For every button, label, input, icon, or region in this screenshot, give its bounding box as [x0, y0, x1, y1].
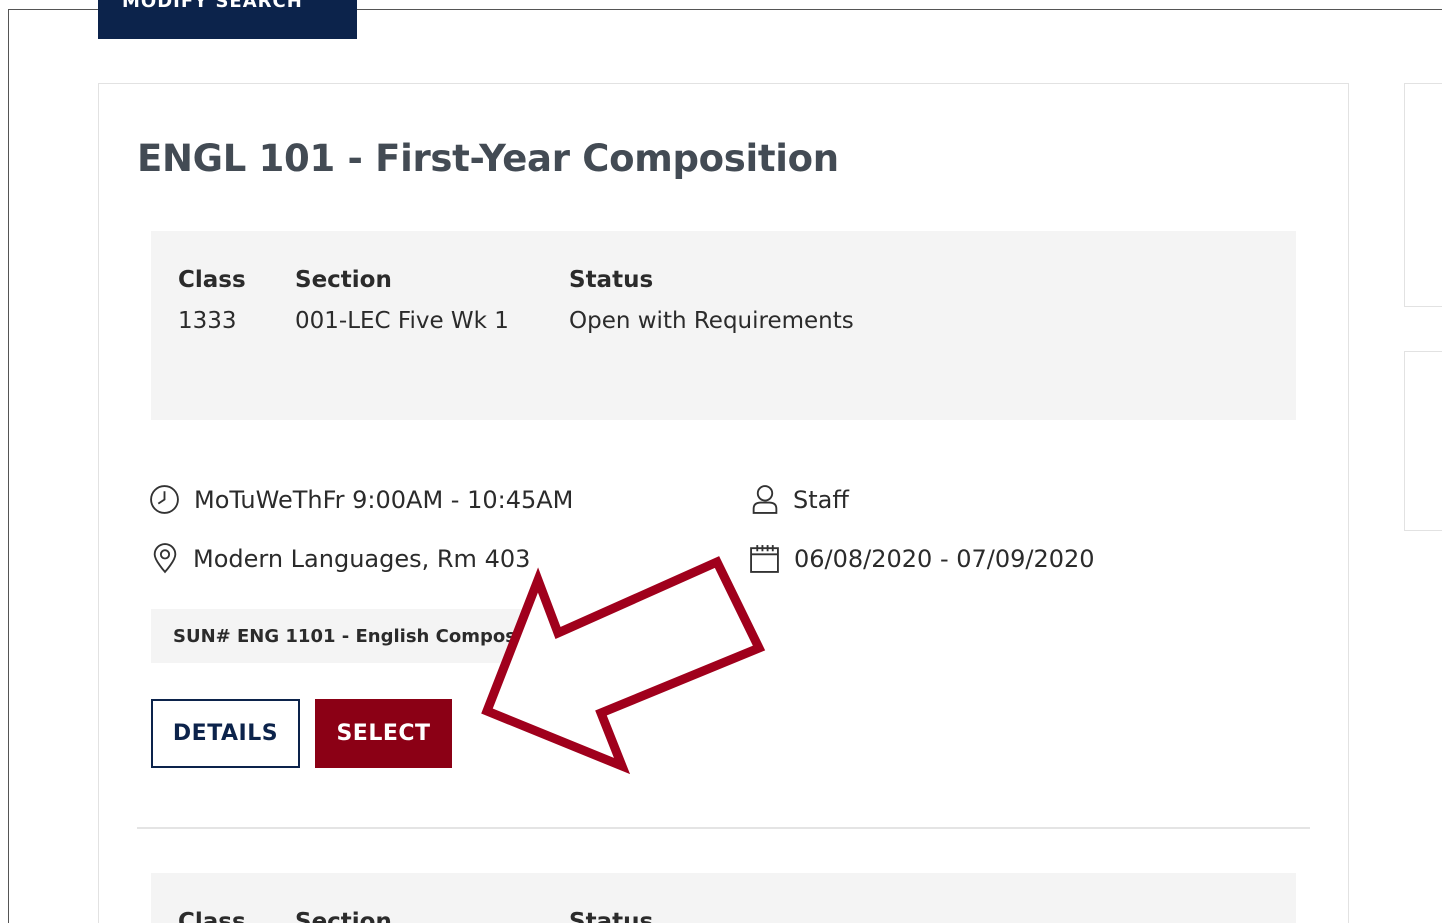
map-pin-icon — [153, 543, 177, 574]
date-range-text: 06/08/2020 - 07/09/2020 — [794, 544, 1095, 573]
section-info-box: Class 1333 Section 001-LEC Five Wk 1 Sta… — [151, 231, 1296, 420]
section-header: Section — [295, 267, 392, 293]
section-info-box-next: Class Section Status — [151, 873, 1296, 923]
class-header: Class — [178, 267, 246, 293]
class-column: Class 1333 — [178, 267, 246, 334]
status-column: Status — [569, 909, 653, 923]
select-button[interactable]: SELECT — [315, 699, 452, 768]
details-button[interactable]: DETAILS — [151, 699, 300, 768]
clock-icon — [150, 485, 179, 514]
status-header: Status — [569, 267, 654, 293]
meeting-time: MoTuWeThFr 9:00AM - 10:45AM — [149, 484, 573, 515]
window-frame-left — [8, 9, 9, 923]
modify-search-label: MODIFY SEARCH — [122, 0, 303, 12]
section-value: 001-LEC Five Wk 1 — [295, 308, 509, 334]
section-divider — [137, 827, 1310, 829]
person-icon — [752, 485, 778, 514]
instructor-name: Staff — [793, 485, 849, 514]
course-title: ENGL 101 - First-Year Composition — [137, 137, 839, 180]
class-header: Class — [178, 909, 246, 923]
section-column: Section — [295, 909, 392, 923]
section-column: Section 001-LEC Five Wk 1 — [295, 267, 509, 334]
status-column: Status Open with Requirements — [569, 267, 854, 334]
status-header: Status — [569, 909, 654, 923]
date-range: 06/08/2020 - 07/09/2020 — [749, 543, 1095, 574]
side-panel-card — [1404, 83, 1442, 307]
instructor: Staff — [751, 484, 849, 515]
class-number: 1333 — [178, 308, 237, 334]
meeting-days-time: MoTuWeThFr 9:00AM - 10:45AM — [194, 485, 574, 514]
status-value: Open with Requirements — [569, 308, 854, 334]
modify-search-button[interactable]: MODIFY SEARCH — [98, 0, 357, 39]
section-header: Section — [295, 909, 392, 923]
class-column: Class — [178, 909, 246, 923]
side-panel-card — [1404, 351, 1442, 531]
annotation-arrow-icon — [481, 556, 766, 775]
